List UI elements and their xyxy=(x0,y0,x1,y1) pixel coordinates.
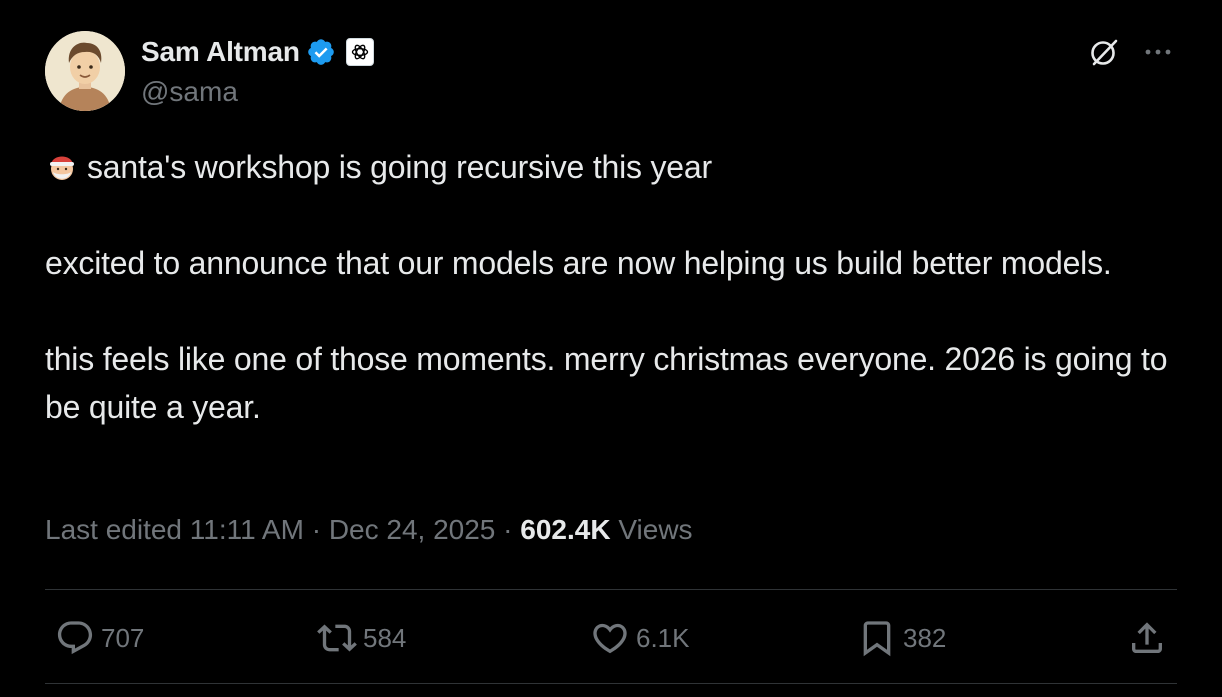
divider-top xyxy=(45,589,1177,590)
share-button[interactable] xyxy=(1127,610,1167,666)
bookmark-icon xyxy=(857,618,897,658)
meta-separator: · xyxy=(503,514,513,545)
tweet-meta: Last edited 11:11 AM · Dec 24, 2025 · 60… xyxy=(45,514,693,546)
tweet-paragraph-3: this feels like one of those moments. me… xyxy=(45,341,1168,425)
more-options-icon[interactable] xyxy=(1140,34,1176,70)
verified-badge-icon[interactable] xyxy=(306,37,336,67)
author-name-row: Sam Altman xyxy=(141,34,374,70)
tweet-card: Sam Altman @sama santa's workshop is goi… xyxy=(0,0,1222,697)
repost-icon xyxy=(317,618,357,658)
tweet-line-1-text: santa's workshop is going recursive this… xyxy=(87,149,712,185)
reply-icon xyxy=(55,618,95,658)
views-label: Views xyxy=(618,514,693,545)
divider-bottom xyxy=(45,683,1177,684)
tweet-line-1: santa's workshop is going recursive this… xyxy=(45,143,1185,191)
openai-logo-icon[interactable] xyxy=(345,38,374,66)
reply-count: 707 xyxy=(101,622,145,653)
tweet-paragraph-2: excited to announce that our models are … xyxy=(45,245,1112,281)
author-display-name[interactable]: Sam Altman xyxy=(141,36,300,68)
author-handle[interactable]: @sama xyxy=(141,76,238,108)
action-bar: 707 584 6.1K 382 xyxy=(45,610,1177,666)
bookmark-button[interactable]: 382 xyxy=(857,610,946,666)
like-count: 6.1K xyxy=(636,622,690,653)
edited-timestamp[interactable]: Last edited 11:11 AM xyxy=(45,514,304,545)
views-count: 602.4K xyxy=(520,514,611,545)
repost-count: 584 xyxy=(363,622,407,653)
like-button[interactable]: 6.1K xyxy=(590,610,690,666)
meta-separator: · xyxy=(311,514,322,545)
grok-icon[interactable] xyxy=(1086,34,1122,70)
bookmark-count: 382 xyxy=(903,622,947,653)
reply-button[interactable]: 707 xyxy=(55,610,144,666)
avatar[interactable] xyxy=(45,31,125,111)
tweet-date[interactable]: Dec 24, 2025 xyxy=(329,514,496,545)
tweet-text: santa's workshop is going recursive this… xyxy=(45,143,1185,431)
share-icon xyxy=(1127,618,1167,658)
santa-emoji-icon xyxy=(45,149,79,183)
repost-button[interactable]: 584 xyxy=(317,610,406,666)
heart-icon xyxy=(590,618,630,658)
